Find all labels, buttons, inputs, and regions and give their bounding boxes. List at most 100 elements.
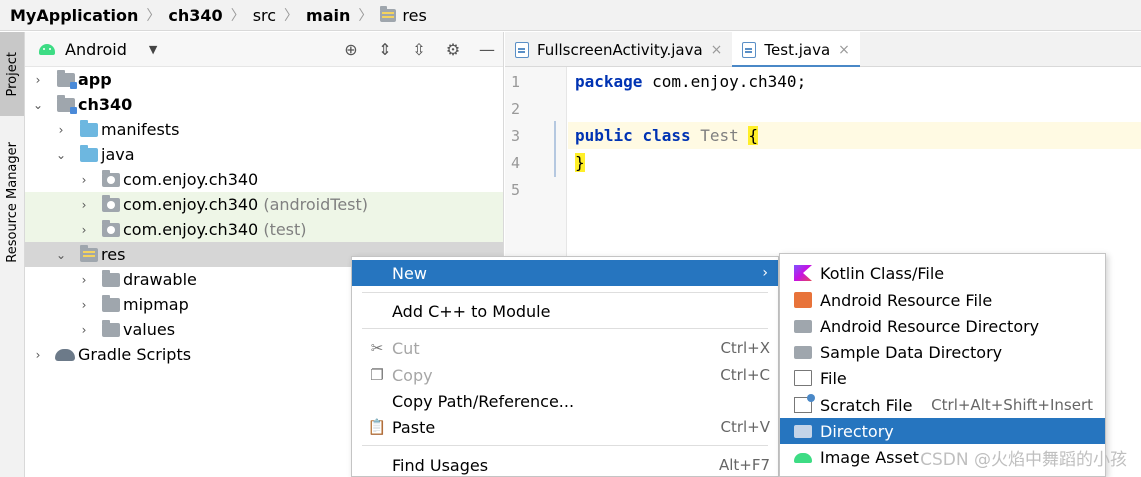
menu-item-shortcut: Ctrl+X	[720, 339, 770, 357]
menu-item-shortcut: Alt+F7	[718, 456, 770, 474]
android-icon	[794, 453, 812, 463]
chevron-down-icon[interactable]: ⌄	[31, 98, 45, 112]
tab-fullscreenactivity[interactable]: FullscreenActivity.java ×	[505, 32, 732, 67]
folder-icon	[102, 269, 120, 287]
folder-icon	[794, 425, 812, 438]
android-icon	[39, 43, 55, 55]
breadcrumb-item-main[interactable]: main	[306, 0, 350, 31]
tree-item-package-androidtest[interactable]: › com.enjoy.ch340 (androidTest)	[25, 192, 503, 217]
folder-icon	[80, 144, 98, 162]
tree-label: ch340	[78, 95, 133, 114]
breadcrumb-item-module[interactable]: ch340	[168, 0, 222, 31]
submenu-item-sample-data-directory[interactable]: Sample Data Directory	[780, 339, 1105, 365]
chevron-right-icon[interactable]: ›	[77, 223, 91, 237]
submenu-item-android-resource-file[interactable]: Android Resource File	[780, 287, 1105, 313]
tree-label: res	[101, 245, 126, 264]
breadcrumb-separator: 〉	[284, 8, 299, 24]
expand-all-icon[interactable]: ⇕	[375, 40, 395, 60]
tab-test-java[interactable]: Test.java ×	[732, 32, 861, 68]
submenu-item-label: Android Resource File	[820, 290, 993, 310]
module-folder-icon	[57, 69, 77, 89]
tab-label: Test.java	[764, 40, 831, 59]
menu-item-add-cpp[interactable]: Add C++ to Module	[352, 298, 778, 324]
tree-label: drawable	[123, 270, 197, 289]
collapse-all-icon[interactable]: ⇳	[409, 40, 429, 60]
view-mode-selector[interactable]: Android	[65, 40, 127, 59]
menu-item-copy[interactable]: ❐ Copy Ctrl+C	[352, 362, 778, 388]
close-brace: }	[575, 153, 585, 172]
submenu-item-android-resource-directory[interactable]: Android Resource Directory	[780, 313, 1105, 339]
menu-item-find-usages[interactable]: Find Usages Alt+F7	[352, 452, 778, 477]
package-icon	[102, 219, 120, 237]
java-file-icon	[515, 41, 529, 58]
submenu-item-directory[interactable]: Directory	[780, 418, 1105, 444]
menu-item-cut[interactable]: ✂ Cut Ctrl+X	[352, 335, 778, 361]
code-line-3: public class Test {	[575, 126, 759, 145]
project-tool-tab[interactable]: Project	[0, 32, 24, 116]
submenu-item-label: Sample Data Directory	[820, 342, 1003, 362]
menu-item-new[interactable]: New ›	[352, 260, 778, 286]
tree-item-ch340[interactable]: ⌄ ch340	[25, 92, 503, 117]
tree-label: values	[123, 320, 176, 339]
tree-label: Gradle Scripts	[78, 345, 192, 364]
package-icon	[102, 194, 120, 212]
tree-label: com.enjoy.ch340 (test)	[123, 220, 307, 239]
submenu-item-label: Image Asset	[820, 447, 919, 467]
submenu-item-label: File	[820, 368, 847, 388]
chevron-right-icon[interactable]: ›	[31, 73, 45, 87]
tree-label-suffix: (androidTest)	[258, 195, 369, 214]
menu-divider	[362, 445, 768, 446]
submenu-item-scratch-file[interactable]: Scratch File Ctrl+Alt+Shift+Insert	[780, 392, 1105, 418]
chevron-right-icon[interactable]: ›	[77, 298, 91, 312]
chevron-right-icon[interactable]: ›	[77, 273, 91, 287]
package-name: com.enjoy.ch340;	[642, 72, 807, 91]
breadcrumb-item-res[interactable]: res	[380, 0, 427, 31]
breadcrumb-item-project[interactable]: MyApplication	[10, 0, 138, 31]
close-icon[interactable]: ×	[711, 42, 723, 58]
tree-item-package-main[interactable]: › com.enjoy.ch340	[25, 167, 503, 192]
submenu-item-label: Scratch File	[820, 395, 913, 415]
hide-panel-icon[interactable]: —	[477, 40, 497, 60]
editor-tab-bar: FullscreenActivity.java × Test.java ×	[505, 32, 1141, 68]
menu-item-copy-path[interactable]: Copy Path/Reference...	[352, 388, 778, 414]
gear-icon[interactable]: ⚙	[443, 40, 463, 60]
tree-label-text: com.enjoy.ch340	[123, 220, 259, 239]
tab-label: FullscreenActivity.java	[537, 40, 703, 59]
chevron-down-icon[interactable]: ▼	[149, 43, 157, 56]
tree-item-package-test[interactable]: › com.enjoy.ch340 (test)	[25, 217, 503, 242]
submenu-item-kotlin[interactable]: Kotlin Class/File	[780, 260, 1105, 286]
chevron-right-icon[interactable]: ›	[31, 348, 45, 362]
menu-item-label: Find Usages	[392, 455, 489, 475]
chevron-right-icon[interactable]: ›	[77, 173, 91, 187]
locate-file-icon[interactable]: ⊕	[341, 40, 361, 60]
panel-toolbar: ⊕ ⇕ ⇳ ⚙ —	[341, 32, 497, 67]
tree-item-manifests[interactable]: › manifests	[25, 117, 503, 142]
code-line-4: }	[575, 153, 585, 172]
chevron-right-icon[interactable]: ›	[77, 198, 91, 212]
scratch-file-icon	[794, 394, 815, 413]
breadcrumb-item-src[interactable]: src	[253, 0, 276, 31]
chevron-right-icon[interactable]: ›	[54, 123, 68, 137]
close-icon[interactable]: ×	[838, 42, 850, 58]
resource-manager-tool-tab[interactable]: Resource Manager	[0, 128, 24, 276]
ide-window: MyApplication 〉 ch340 〉 src 〉 main 〉 res…	[0, 0, 1141, 477]
line-number: 3	[511, 127, 521, 145]
tree-label-text: com.enjoy.ch340	[123, 195, 259, 214]
tree-item-app[interactable]: › app	[25, 67, 503, 92]
code-line-1: package com.enjoy.ch340;	[575, 72, 806, 91]
tree-label: java	[101, 145, 135, 164]
menu-item-paste[interactable]: 📋 Paste Ctrl+V	[352, 414, 778, 440]
watermark: CSDN @火焰中舞蹈的小孩	[920, 450, 1127, 470]
tree-item-java[interactable]: ⌄ java	[25, 142, 503, 167]
menu-item-label: Add C++ to Module	[392, 301, 551, 321]
submenu-item-file[interactable]: File	[780, 365, 1105, 391]
folder-icon	[80, 119, 98, 137]
menu-item-label: Paste	[392, 417, 436, 437]
folder-icon	[102, 319, 120, 337]
resource-manager-tab-label: Resource Manager	[4, 141, 20, 263]
chevron-down-icon[interactable]: ⌄	[54, 148, 68, 162]
kotlin-icon	[794, 265, 812, 281]
chevron-down-icon[interactable]: ⌄	[54, 248, 68, 262]
file-icon	[794, 370, 812, 386]
chevron-right-icon[interactable]: ›	[77, 323, 91, 337]
